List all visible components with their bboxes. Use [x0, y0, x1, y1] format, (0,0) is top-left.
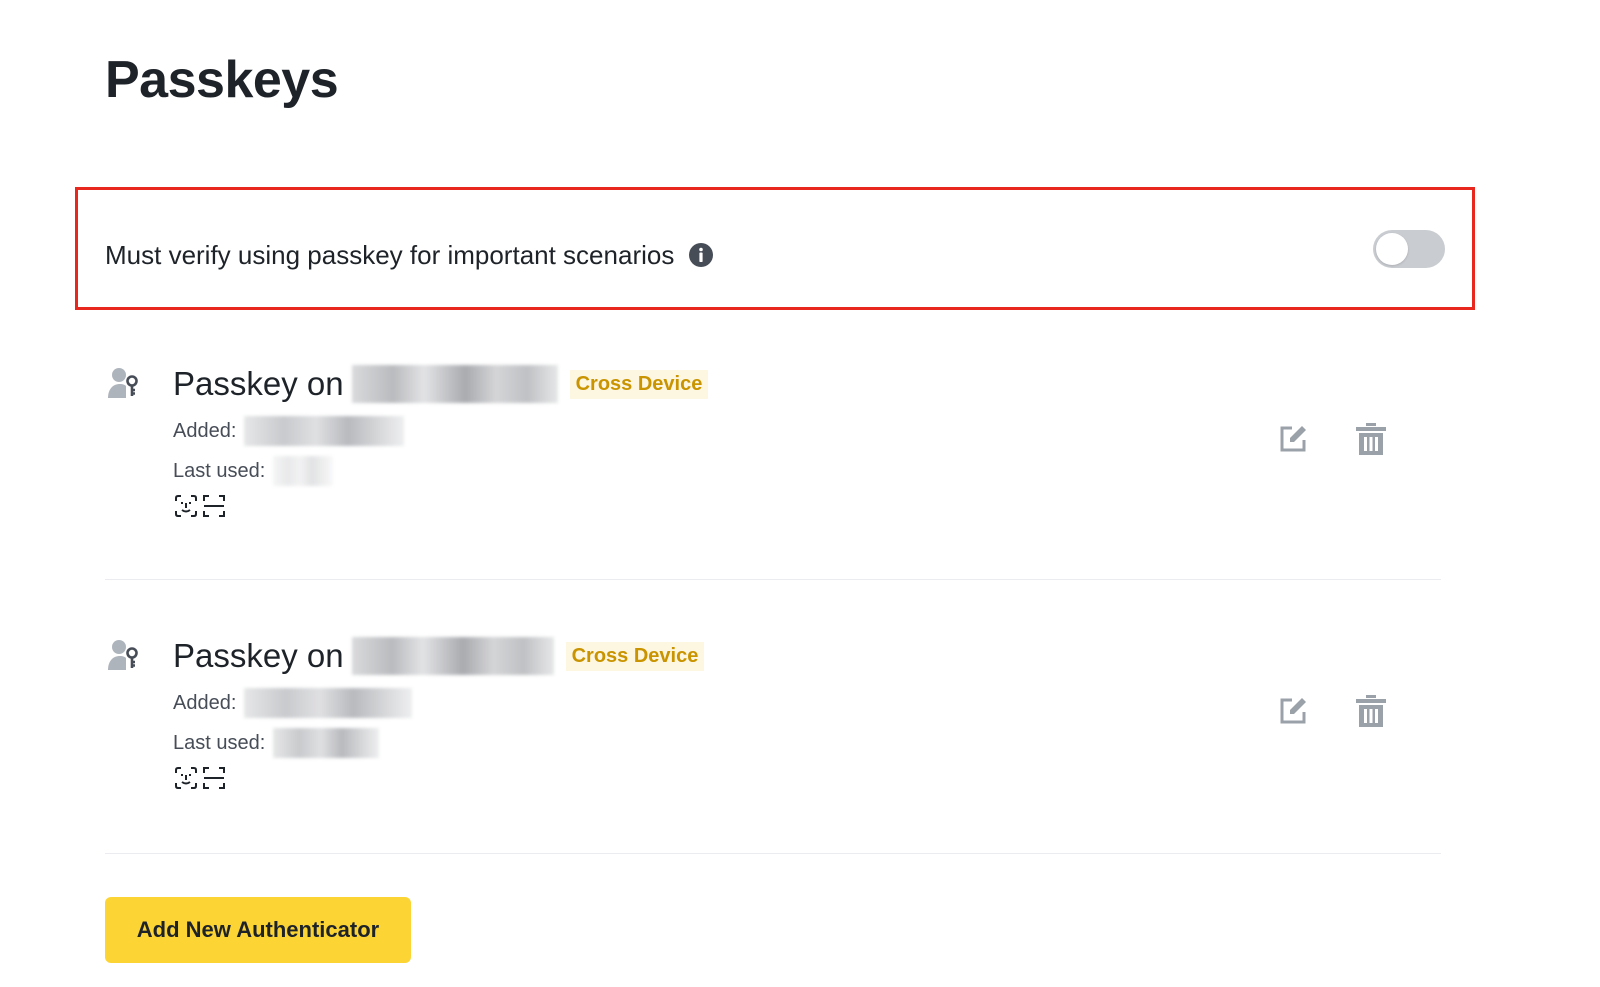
redacted-device-name [351, 365, 558, 403]
passkey-last-used: Last used: [173, 456, 334, 486]
face-id-icon [175, 495, 197, 517]
redacted-last-used-date [273, 728, 380, 758]
verify-toggle[interactable] [1373, 230, 1445, 268]
redacted-last-used-date [273, 456, 334, 486]
authenticator-type-icons [175, 767, 225, 789]
last-used-label: Last used: [173, 459, 266, 482]
edit-icon [1278, 696, 1308, 731]
redacted-added-date [244, 416, 405, 446]
user-key-icon [107, 639, 141, 671]
passkey-added: Added: [173, 416, 405, 446]
info-icon[interactable] [688, 242, 714, 268]
trash-icon [1356, 422, 1386, 460]
edit-button[interactable] [1275, 695, 1311, 731]
scan-icon [203, 767, 225, 789]
edit-icon [1278, 424, 1308, 459]
added-label: Added: [173, 691, 237, 714]
passkey-last-used: Last used: [173, 728, 380, 758]
passkey-title-row: Passkey on Cross Device [173, 360, 709, 408]
verify-setting-label: Must verify using passkey for important … [105, 239, 675, 270]
scan-icon [203, 495, 225, 517]
user-key-icon [107, 367, 141, 399]
passkey-title: Passkey on [173, 637, 344, 674]
passkey-added: Added: [173, 688, 413, 718]
redacted-added-date [244, 688, 413, 718]
trash-icon [1356, 694, 1386, 732]
redacted-device-name [351, 637, 554, 675]
face-id-icon [175, 767, 197, 789]
delete-button[interactable] [1353, 422, 1389, 460]
page-title: Passkeys [105, 51, 339, 109]
passkeys-page: Passkeys Must verify using passkey for i… [0, 0, 1600, 987]
cross-device-badge: Cross Device [565, 641, 705, 671]
edit-button[interactable] [1275, 423, 1311, 459]
passkey-title-row: Passkey on Cross Device [173, 632, 705, 680]
last-used-label: Last used: [173, 731, 266, 754]
passkey-title: Passkey on [173, 365, 344, 402]
add-authenticator-button[interactable]: Add New Authenticator [105, 897, 411, 963]
added-label: Added: [173, 419, 237, 442]
delete-button[interactable] [1353, 694, 1389, 732]
cross-device-badge: Cross Device [569, 369, 709, 399]
verify-setting-row: Must verify using passkey for important … [105, 230, 1445, 280]
passkey-item: Passkey on Cross Device Added: Last used… [105, 627, 1441, 854]
passkey-item: Passkey on Cross Device Added: Last used… [105, 355, 1441, 580]
toggle-knob [1376, 233, 1408, 265]
authenticator-type-icons [175, 495, 225, 517]
